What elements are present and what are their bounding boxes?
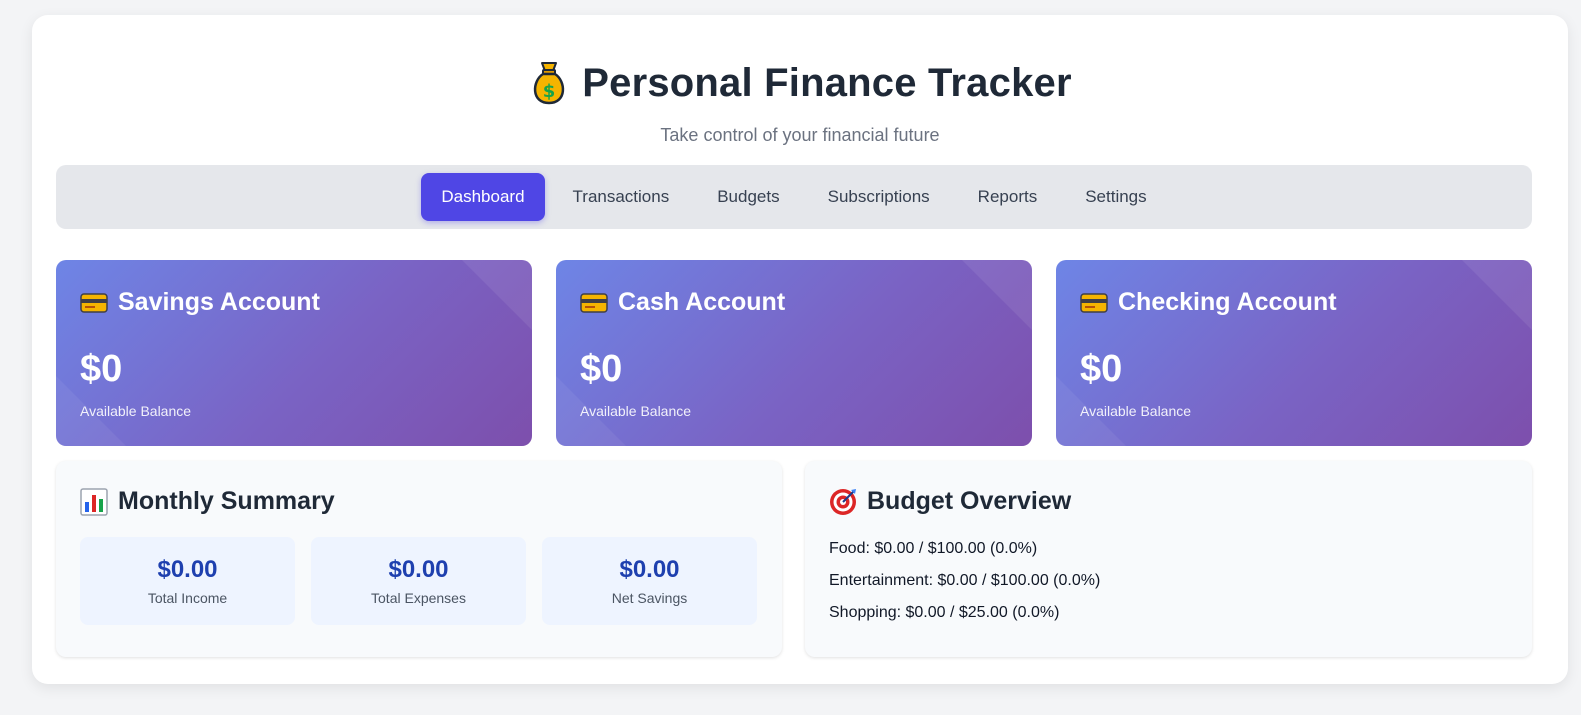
summary-stats: $0.00 Total Income $0.00 Total Expenses … <box>80 537 757 625</box>
monthly-summary-panel: Monthly Summary $0.00 Total Income $0.00… <box>56 461 782 657</box>
card-decoration <box>462 260 532 330</box>
account-name: Cash Account <box>618 288 786 316</box>
stat-total-expenses: $0.00 Total Expenses <box>311 537 526 625</box>
panel-title: Monthly Summary <box>118 487 335 515</box>
app-container: $ Personal Finance Tracker Take control … <box>32 15 1568 684</box>
account-name: Checking Account <box>1118 288 1337 316</box>
stat-label: Total Income <box>147 590 228 606</box>
account-balance: $0 <box>580 348 623 390</box>
credit-card-icon <box>80 292 108 313</box>
credit-card-icon <box>580 292 608 313</box>
stat-value: $0.00 <box>619 556 680 583</box>
account-header: Cash Account <box>580 288 785 317</box>
tab-subscriptions[interactable]: Subscriptions <box>808 173 950 221</box>
account-balance-label: Available Balance <box>1080 403 1192 419</box>
budget-line-entertainment: Entertainment: $0.00 / $100.00 (0.0%) <box>829 572 1101 589</box>
panel-title: Budget Overview <box>867 487 1072 515</box>
account-cards: Savings Account $0 Available Balance Cas… <box>56 260 1532 446</box>
budget-line-food: Food: $0.00 / $100.00 (0.0%) <box>829 540 1038 557</box>
card-decoration <box>962 260 1032 330</box>
money-bag-icon: $ <box>528 59 570 107</box>
stat-label: Total Expenses <box>371 590 466 606</box>
account-card-checking[interactable]: Checking Account $0 Available Balance <box>1056 260 1532 446</box>
card-decoration <box>1462 260 1532 330</box>
target-icon <box>829 488 857 516</box>
header: $ Personal Finance Tracker Take control … <box>32 15 1568 165</box>
panel-header: Monthly Summary <box>80 487 335 516</box>
tab-transactions[interactable]: Transactions <box>553 173 690 221</box>
budget-overview-panel: Budget Overview Food: $0.00 / $100.00 (0… <box>805 461 1532 657</box>
account-card-cash[interactable]: Cash Account $0 Available Balance <box>556 260 1032 446</box>
stat-net-savings: $0.00 Net Savings <box>542 537 757 625</box>
stat-value: $0.00 <box>388 556 449 583</box>
budget-list: Food: $0.00 / $100.00 (0.0%) Entertainme… <box>829 539 1100 635</box>
bar-chart-icon <box>80 487 108 516</box>
account-header: Checking Account <box>1080 288 1337 317</box>
account-balance: $0 <box>80 348 123 390</box>
title-row: $ Personal Finance Tracker <box>32 59 1568 107</box>
page-title: Personal Finance Tracker <box>582 60 1072 105</box>
account-balance: $0 <box>1080 348 1123 390</box>
main-nav: Dashboard Transactions Budgets Subscript… <box>56 165 1532 229</box>
account-balance-label: Available Balance <box>80 403 192 419</box>
svg-text:$: $ <box>543 81 556 102</box>
account-header: Savings Account <box>80 288 320 317</box>
stat-label: Net Savings <box>611 590 688 606</box>
tab-budgets[interactable]: Budgets <box>697 173 799 221</box>
tab-settings[interactable]: Settings <box>1065 173 1166 221</box>
tab-reports[interactable]: Reports <box>958 173 1058 221</box>
credit-card-icon <box>1080 292 1108 313</box>
page-subtitle: Take control of your financial future <box>660 125 940 145</box>
account-name: Savings Account <box>118 288 320 316</box>
account-balance-label: Available Balance <box>580 403 692 419</box>
stat-total-income: $0.00 Total Income <box>80 537 295 625</box>
tab-dashboard[interactable]: Dashboard <box>421 173 545 221</box>
account-card-savings[interactable]: Savings Account $0 Available Balance <box>56 260 532 446</box>
budget-line-shopping: Shopping: $0.00 / $25.00 (0.0%) <box>829 604 1060 621</box>
panel-header: Budget Overview <box>829 487 1071 516</box>
stat-value: $0.00 <box>157 556 218 583</box>
